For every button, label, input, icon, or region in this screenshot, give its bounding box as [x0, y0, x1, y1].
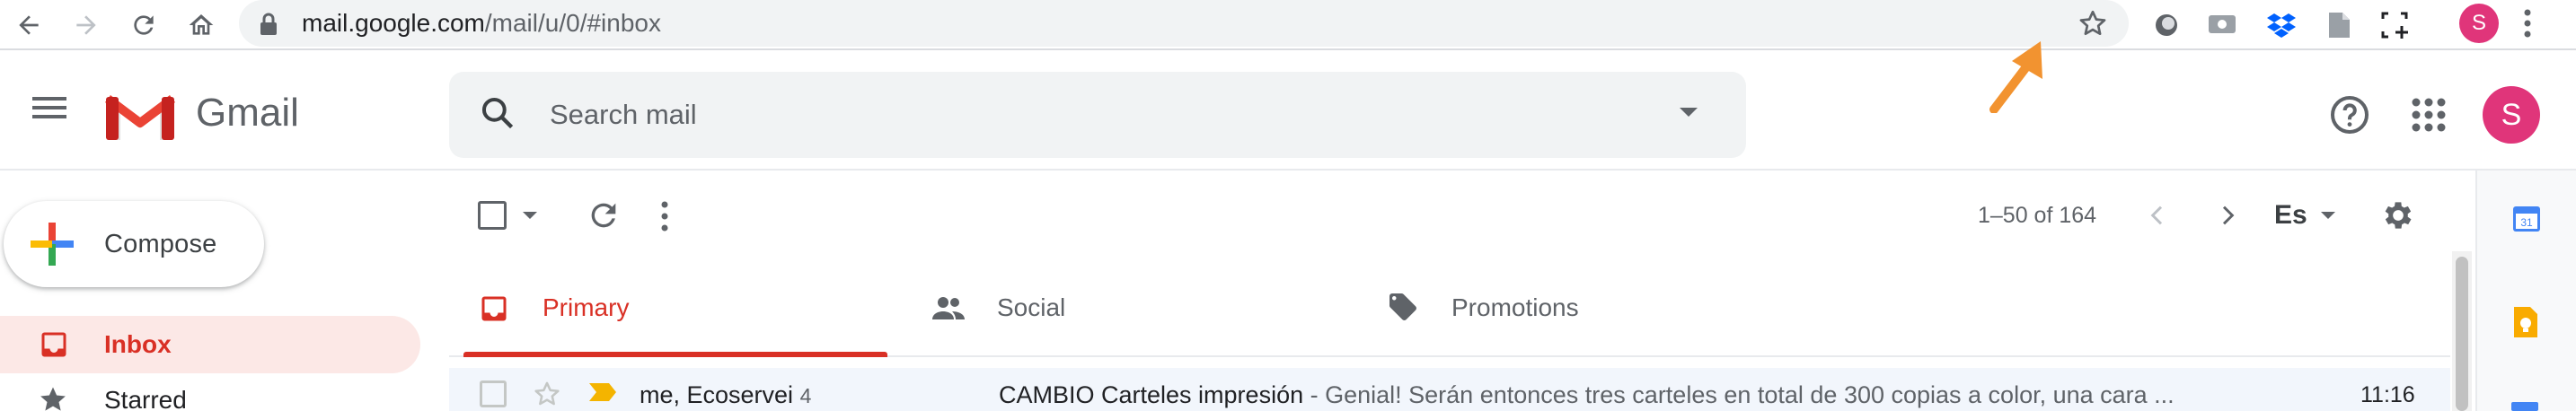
- annotation-arrow-icon: [1987, 32, 2059, 113]
- forward-button[interactable]: [65, 4, 108, 47]
- dropbox-icon[interactable]: [2263, 7, 2299, 43]
- reload-icon: [134, 15, 154, 35]
- sidebar-item-label-starred[interactable]: Starred: [104, 386, 187, 411]
- thread-count: 4: [799, 384, 812, 407]
- pagination-text[interactable]: 1–50 of 164: [1978, 201, 2096, 230]
- forward-arrow-icon: [76, 15, 96, 35]
- screenshot-root: mail.google.com/mail/u/0/#inbox S Gmail: [0, 0, 2576, 411]
- help-icon[interactable]: [2328, 93, 2371, 136]
- settings-gear-icon[interactable]: [2380, 197, 2416, 233]
- search-options-caret-icon[interactable]: [1678, 106, 1699, 118]
- email-sender: me, Ecoservei 4: [640, 380, 811, 410]
- search-icon[interactable]: [478, 93, 517, 133]
- refresh-icon[interactable]: [586, 197, 622, 233]
- account-avatar[interactable]: S: [2483, 86, 2540, 144]
- scrollbar-thumb[interactable]: [2456, 257, 2468, 411]
- tab-promotions[interactable]: Promotions: [1451, 293, 1579, 323]
- extension-circle-icon[interactable]: [2148, 7, 2184, 43]
- newer-chevron-left-icon[interactable]: [2143, 199, 2172, 232]
- search-input[interactable]: Search mail: [550, 99, 697, 131]
- screenshot-tool-icon[interactable]: [2377, 7, 2413, 43]
- tab-primary-active-indicator: [463, 352, 887, 357]
- lock-icon: [259, 13, 278, 36]
- calendar-icon[interactable]: 31: [2511, 203, 2542, 233]
- primary-inbox-icon[interactable]: [478, 293, 510, 325]
- back-arrow-icon: [19, 15, 39, 35]
- svg-text:31: 31: [2520, 216, 2533, 229]
- extension-screencast-icon[interactable]: [2204, 7, 2240, 43]
- reload-button[interactable]: [122, 4, 165, 47]
- google-apps-icon[interactable]: [2407, 93, 2450, 136]
- browser-profile-avatar[interactable]: S: [2459, 4, 2499, 43]
- home-button[interactable]: [180, 4, 223, 47]
- people-icon[interactable]: [931, 294, 966, 323]
- bookmark-star-icon[interactable]: [2077, 7, 2109, 39]
- url-host: mail.google.com: [302, 9, 485, 37]
- input-tools-caret-icon[interactable]: [2319, 210, 2337, 221]
- home-icon: [189, 14, 214, 35]
- extension-document-icon[interactable]: [2321, 7, 2357, 43]
- email-star-icon[interactable]: [532, 379, 562, 409]
- more-actions-icon[interactable]: [659, 199, 670, 233]
- input-tools-button[interactable]: Es: [2274, 199, 2307, 232]
- email-subject: CAMBIO Carteles impresión: [999, 381, 1304, 408]
- older-chevron-right-icon[interactable]: [2213, 199, 2242, 232]
- main-menu-icon[interactable]: [31, 93, 68, 122]
- star-icon: [38, 384, 68, 411]
- browser-menu-icon[interactable]: [2520, 5, 2535, 41]
- compose-label: Compose: [104, 230, 217, 258]
- email-subject-snippet: CAMBIO Carteles impresión - Genial! Será…: [999, 380, 2238, 409]
- sidebar-item-label-inbox: Inbox: [104, 330, 172, 358]
- tab-social[interactable]: Social: [997, 293, 1065, 323]
- tab-primary[interactable]: Primary: [543, 293, 629, 323]
- tasks-icon[interactable]: [2511, 402, 2538, 411]
- gmail-wordmark[interactable]: Gmail: [196, 92, 299, 135]
- gmail-logo-icon[interactable]: [104, 90, 176, 144]
- select-options-caret-icon[interactable]: [521, 210, 539, 221]
- url-path: /mail/u/0/#inbox: [484, 9, 661, 37]
- tag-icon[interactable]: [1387, 291, 1419, 323]
- email-sender-names: me, Ecoservei: [640, 381, 794, 408]
- email-time: 11:16: [2360, 382, 2415, 407]
- email-row-checkbox[interactable]: [480, 380, 507, 407]
- url-text: mail.google.com/mail/u/0/#inbox: [302, 9, 661, 38]
- back-button[interactable]: [7, 4, 50, 47]
- keep-icon[interactable]: [2511, 305, 2540, 339]
- importance-marker-icon[interactable]: [587, 380, 618, 404]
- inbox-icon: [38, 328, 70, 361]
- compose-plus-icon: [29, 221, 75, 267]
- email-preview: - Genial! Serán entonces tres carteles e…: [1303, 381, 2175, 408]
- select-all-checkbox[interactable]: [478, 201, 507, 230]
